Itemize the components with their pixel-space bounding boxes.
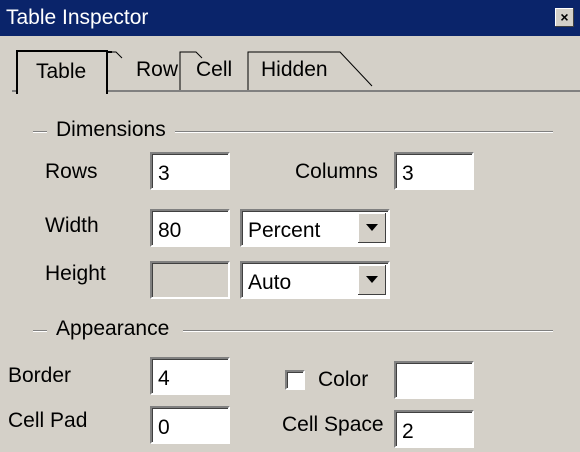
height-field[interactable] (150, 261, 230, 299)
columns-field[interactable]: 3 (394, 152, 474, 190)
title-bar[interactable]: Table Inspector × (0, 0, 580, 36)
height-label: Height (45, 262, 106, 285)
rows-label: Rows (45, 160, 98, 183)
color-checkbox[interactable] (285, 370, 305, 390)
group-rule (33, 131, 47, 133)
color-label: Color (318, 368, 369, 391)
chevron-down-icon[interactable] (358, 213, 386, 243)
close-icon: × (560, 9, 569, 25)
cellspace-field[interactable]: 2 (394, 410, 474, 448)
dimensions-legend: Dimensions (56, 118, 166, 141)
appearance-legend: Appearance (56, 317, 170, 340)
tab-row-label: Row (136, 58, 179, 81)
tab-table[interactable]: Table (16, 50, 108, 94)
width-unit-select[interactable]: Percent (240, 209, 390, 247)
color-field[interactable] (394, 361, 474, 399)
tab-cell-label: Cell (196, 58, 233, 81)
height-unit-value: Auto (248, 271, 292, 294)
window-title: Table Inspector (6, 6, 149, 29)
border-field[interactable]: 4 (150, 357, 230, 395)
columns-label: Columns (295, 160, 378, 183)
tab-table-label: Table (36, 60, 87, 83)
width-label: Width (45, 214, 99, 237)
group-rule (33, 330, 47, 332)
close-button[interactable]: × (555, 8, 574, 27)
width-field[interactable]: 80 (150, 209, 230, 247)
cellspace-label: Cell Space (282, 413, 384, 436)
width-unit-value: Percent (248, 219, 321, 242)
height-unit-select[interactable]: Auto (240, 261, 390, 299)
chevron-down-icon[interactable] (358, 265, 386, 295)
group-rule (183, 330, 553, 332)
group-rule (175, 131, 553, 133)
rows-field[interactable]: 3 (150, 152, 230, 190)
tab-hidden-label: Hidden (261, 58, 328, 81)
cellpad-label: Cell Pad (8, 409, 88, 432)
border-label: Border (8, 364, 72, 387)
tab-row-outline (112, 51, 123, 59)
cellpad-field[interactable]: 0 (150, 406, 230, 444)
